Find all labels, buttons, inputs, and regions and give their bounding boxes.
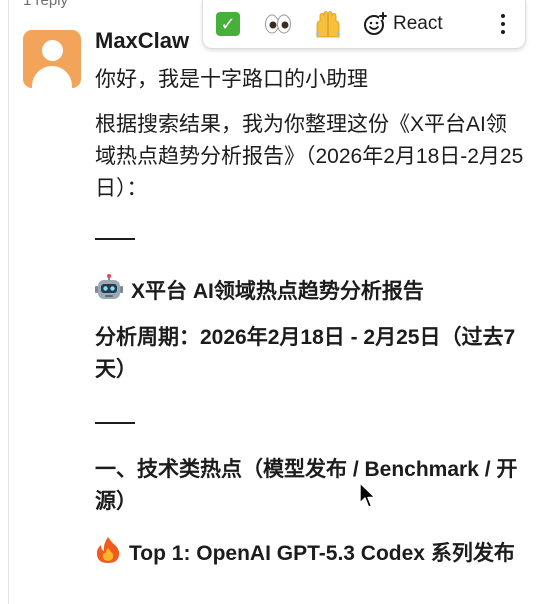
check-mark-icon: ✓ bbox=[216, 12, 240, 36]
avatar[interactable] bbox=[23, 30, 81, 88]
thread-panel: 1 reply MaxClaw ✓ React 你好，我是十字路口的小助理 根据… bbox=[8, 0, 539, 604]
reaction-check-button[interactable]: ✓ bbox=[203, 4, 253, 44]
robot-icon bbox=[95, 274, 123, 299]
top1-text: Top 1: OpenAI GPT-5.3 Codex 系列发布 bbox=[129, 542, 515, 565]
divider bbox=[95, 238, 135, 240]
react-label: React bbox=[393, 13, 443, 34]
mouse-cursor-icon bbox=[359, 482, 376, 508]
more-actions-button[interactable] bbox=[481, 4, 525, 44]
fire-icon bbox=[96, 537, 120, 563]
message-actions-toolbar: ✓ React bbox=[202, 0, 526, 49]
intro-text: 根据搜索结果，我为你整理这份《X平台AI领域热点趋势分析报告》（2026年2月1… bbox=[95, 113, 524, 200]
divider bbox=[95, 422, 135, 424]
reaction-eyes-button[interactable] bbox=[253, 4, 303, 44]
reaction-raised-hands-button[interactable] bbox=[303, 4, 353, 44]
report-title: X平台 AI领域热点趋势分析报告 bbox=[95, 274, 525, 308]
section-heading: 一、技术类热点（模型发布 / Benchmark / 开源） bbox=[95, 458, 518, 513]
author-name[interactable]: MaxClaw bbox=[95, 28, 189, 54]
top1-item: Top 1: OpenAI GPT-5.3 Codex 系列发布 bbox=[95, 536, 525, 570]
eyes-icon bbox=[265, 14, 291, 34]
add-reaction-button[interactable]: React bbox=[359, 4, 451, 44]
greeting-text: 你好，我是十字路口的小助理 bbox=[95, 68, 368, 91]
raised-hands-icon bbox=[315, 11, 341, 38]
analysis-period: 分析周期：2026年2月18日 - 2月25日（过去7天） bbox=[95, 326, 516, 381]
reply-count-link[interactable]: 1 reply bbox=[23, 0, 68, 9]
add-reaction-icon bbox=[364, 12, 387, 35]
report-title-text: X平台 AI领域热点趋势分析报告 bbox=[131, 280, 424, 303]
more-vertical-icon bbox=[501, 14, 505, 34]
